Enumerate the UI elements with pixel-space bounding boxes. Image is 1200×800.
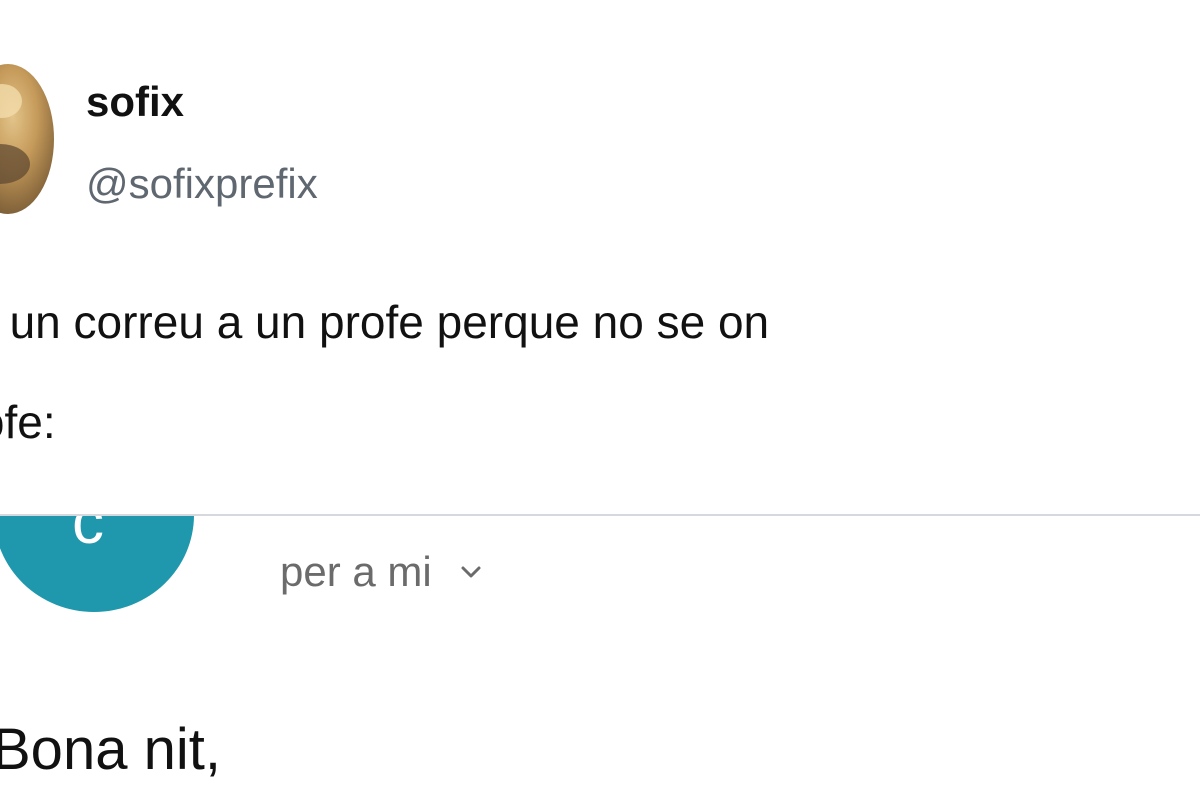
- email-body-greeting: Bona nit,: [0, 717, 221, 782]
- email-divider: [0, 514, 1200, 516]
- user-handle[interactable]: @sofixprefix: [86, 156, 318, 212]
- avatar-shadow: [0, 144, 30, 184]
- screenshot-frame: sofix @sofixprefix vio un correu a un pr…: [0, 0, 1200, 800]
- recipient-details-toggle[interactable]: per a mi: [280, 544, 482, 600]
- tweet-text-line-2: profe:: [0, 396, 56, 448]
- user-avatar[interactable]: [0, 64, 54, 214]
- avatar-highlight: [0, 84, 22, 118]
- tweet-text-line-1: vio un correu a un profe perque no se on: [0, 296, 770, 348]
- sender-initial: c: [72, 485, 104, 557]
- chevron-down-icon[interactable]: [460, 561, 482, 583]
- recipient-label: per a mi: [280, 548, 432, 595]
- display-name[interactable]: sofix: [86, 74, 184, 130]
